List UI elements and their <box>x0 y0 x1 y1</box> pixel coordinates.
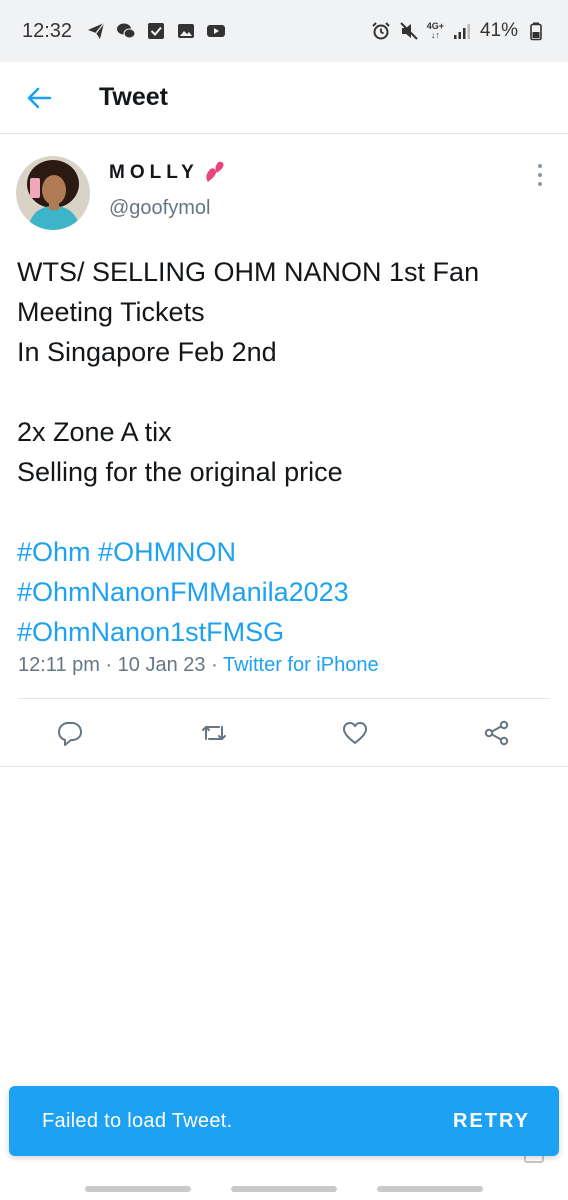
tweet-meta: 12:11 pm · 10 Jan 23 · Twitter for iPhon… <box>18 654 379 677</box>
signal-icon <box>452 21 472 41</box>
author-row: MOLLY @goofymol <box>0 134 568 234</box>
author-name[interactable]: MOLLY <box>109 161 229 185</box>
more-options-icon[interactable] <box>532 164 548 186</box>
hashtag-line: #Ohm #OHMNON <box>17 532 557 572</box>
tweet: MOLLY @goofymol WTS/ SELLING OHM NANON 1… <box>0 134 568 746</box>
alarm-icon <box>371 21 391 41</box>
page-title: Tweet <box>99 83 168 111</box>
snackbar-message: Failed to load Tweet. <box>42 1109 233 1132</box>
retry-button[interactable]: RETRY <box>453 1110 530 1133</box>
like-icon[interactable] <box>340 718 370 748</box>
error-snackbar: Failed to load Tweet. RETRY <box>9 1086 559 1156</box>
battery-icon <box>526 21 546 41</box>
status-right: 4G+ ↓↑ 41% <box>371 20 546 42</box>
avatar[interactable] <box>16 156 90 230</box>
battery-percent: 41% <box>479 20 518 41</box>
nav-recent-handle[interactable] <box>85 1186 191 1192</box>
network-arrows: ↓↑ <box>430 30 440 40</box>
mute-icon <box>399 21 419 41</box>
retweet-icon[interactable] <box>199 718 229 748</box>
back-arrow-icon[interactable] <box>21 80 57 116</box>
tweet-text-line: WTS/ SELLING OHM NANON 1st Fan <box>17 257 480 287</box>
tweet-text-line: In Singapore Feb 2nd <box>17 337 277 367</box>
wechat-icon <box>116 21 136 41</box>
hashtag-line: #OhmNanonFMManila2023 <box>17 572 557 612</box>
network-icon: 4G+ ↓↑ <box>427 22 444 40</box>
two-hearts-emoji <box>203 161 229 185</box>
reply-icon[interactable] <box>55 718 85 748</box>
hashtag-link[interactable]: #OHMNON <box>98 537 236 567</box>
check-box-icon <box>146 21 166 41</box>
hashtag-link[interactable]: #Ohm <box>17 537 91 567</box>
tweet-actions <box>0 699 568 765</box>
hashtag-link[interactable]: #OhmNanon1stFMSG <box>17 617 284 647</box>
nav-back-handle[interactable] <box>377 1186 483 1192</box>
hashtag-link[interactable]: #OhmNanonFMManila2023 <box>17 577 349 607</box>
status-left: 12:32 <box>22 20 226 43</box>
youtube-icon <box>206 21 226 41</box>
tweet-text-line: Selling for the original price <box>17 457 343 487</box>
nav-home-handle[interactable] <box>231 1186 337 1192</box>
author-handle[interactable]: @goofymol <box>109 197 210 220</box>
send-icon <box>86 21 106 41</box>
system-nav-bar <box>0 1178 568 1200</box>
status-bar: 12:32 4G+ ↓↑ 41% <box>0 0 568 62</box>
tweet-text-line: 2x Zone A tix <box>17 417 172 447</box>
status-time: 12:32 <box>22 19 73 42</box>
hashtag-line: #OhmNanon1stFMSG <box>17 612 557 652</box>
image-icon <box>176 21 196 41</box>
author-name-text: MOLLY <box>109 162 199 183</box>
tweet-source-link[interactable]: Twitter for iPhone <box>223 654 379 676</box>
tweet-timestamp: 12:11 pm · 10 Jan 23 · <box>18 654 223 676</box>
tweet-text-line: Meeting Tickets <box>17 297 205 327</box>
tweet-text: WTS/ SELLING OHM NANON 1st Fan Meeting T… <box>17 252 557 652</box>
divider <box>0 766 568 767</box>
app-header: Tweet <box>0 62 568 134</box>
share-icon[interactable] <box>482 718 512 748</box>
